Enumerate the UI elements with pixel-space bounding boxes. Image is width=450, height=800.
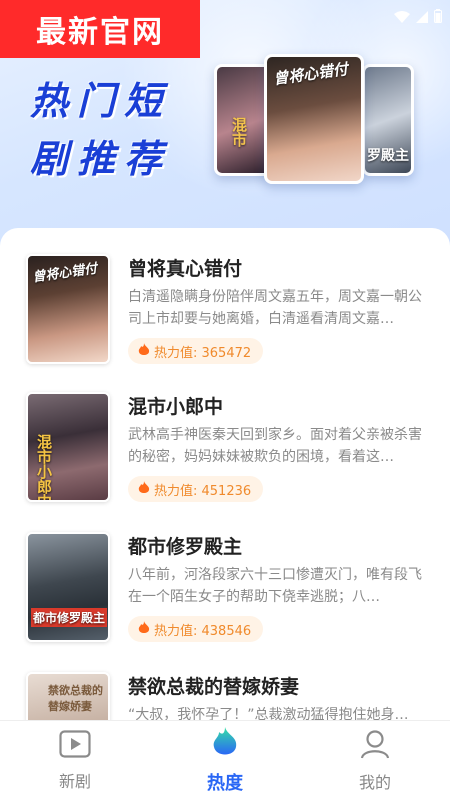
drama-title[interactable]: 混市小郎中 <box>128 392 223 419</box>
tab-label: 我的 <box>358 773 391 792</box>
list-item[interactable]: 曾将心错付 曾将真心错付 白清遥隐瞒身份陪伴周文嘉五年，周文嘉一朝公司上市却要与… <box>26 254 426 366</box>
flame-icon <box>138 620 150 639</box>
battery-icon <box>434 8 442 27</box>
list-item[interactable]: 禁欲总裁的替嫁娇妻 禁欲总裁的替嫁娇妻 “大叔，我怀孕了！”总裁激动猛得抱住她身… <box>26 672 426 720</box>
user-profile-icon <box>360 729 390 763</box>
drama-title[interactable]: 曾将真心错付 <box>128 254 242 281</box>
drama-title[interactable]: 都市修罗殿主 <box>128 532 242 559</box>
heat-value-badge: 热力值: 365472 <box>128 338 264 364</box>
drama-description: 八年前，河洛段家六十三口惨遭灭门，唯有段飞在一个陌生女子的帮助下侥幸逃脱；八… <box>128 567 422 605</box>
heat-value-badge: 热力值: 438546 <box>128 616 264 642</box>
drama-description: “大叔，我怀孕了！”总裁激动猛得抱住她身… <box>128 707 409 720</box>
wifi-icon <box>394 8 410 27</box>
drama-cover-image[interactable]: 都市修罗殿主 <box>26 532 110 642</box>
poster-title: 混市 <box>230 117 248 147</box>
flame-icon <box>138 480 150 499</box>
tab-mine[interactable]: 我的 <box>300 721 450 800</box>
drama-title[interactable]: 禁欲总裁的替嫁娇妻 <box>128 672 299 699</box>
signal-icon <box>416 8 428 27</box>
drama-cover-image[interactable]: 混市小郎中 <box>26 392 110 502</box>
banner-poster-right[interactable]: 罗殿主 <box>362 64 414 176</box>
flame-icon <box>212 727 238 763</box>
cover-title: 禁欲总裁的替嫁娇妻 <box>48 684 103 713</box>
drama-description: 白清遥隐瞒身份陪伴周文嘉五年，周文嘉一朝公司上市却要与她离婚，白清遥看清周文嘉… <box>128 289 422 327</box>
poster-title: 罗殿主 <box>367 148 409 164</box>
drama-list[interactable]: 曾将心错付 曾将真心错付 白清遥隐瞒身份陪伴周文嘉五年，周文嘉一朝公司上市却要与… <box>0 228 450 720</box>
cover-title: 混市小郎中 <box>35 434 53 502</box>
hero-title-line2: 剧推荐 <box>30 137 172 181</box>
heat-value-label: 热力值: 365472 <box>154 345 252 361</box>
flame-icon <box>138 342 150 361</box>
heat-value-badge: 热力值: 451236 <box>128 476 264 502</box>
drama-cover-image[interactable]: 曾将心错付 <box>26 254 110 364</box>
heat-value-label: 热力值: 438546 <box>154 623 252 639</box>
tab-new-drama[interactable]: 新剧 <box>0 721 150 800</box>
hero-title-line1: 热门短 <box>30 79 172 123</box>
heat-value-label: 热力值: 451236 <box>154 483 252 499</box>
banner-poster-center[interactable]: 曾将心错付 <box>264 54 364 184</box>
drama-cover-image[interactable]: 禁欲总裁的替嫁娇妻 <box>26 672 110 720</box>
official-site-badge[interactable]: 最新官网 <box>0 0 200 58</box>
status-bar <box>394 8 442 27</box>
header-banner: 最新官网 热门短 剧推荐 混市 罗殿主 曾将心错付 <box>0 0 450 260</box>
tab-label: 热度 <box>207 773 243 794</box>
tab-hot[interactable]: 热度 <box>150 721 300 800</box>
list-item[interactable]: 都市修罗殿主 都市修罗殿主 八年前，河洛段家六十三口惨遭灭门，唯有段飞在一个陌生… <box>26 532 426 644</box>
drama-description: 武林高手神医秦天回到家乡。面对着父亲被杀害的秘密，妈妈妹妹被欺负的困境，看着这… <box>128 427 422 465</box>
bottom-tab-bar: 新剧 热度 我的 <box>0 720 450 800</box>
play-video-icon <box>59 730 91 762</box>
poster-title: 曾将心错付 <box>272 59 349 89</box>
hero-title: 热门短 剧推荐 <box>30 72 171 188</box>
cover-title: 都市修罗殿主 <box>31 608 108 627</box>
tab-label: 新剧 <box>58 772 91 791</box>
list-item[interactable]: 混市小郎中 混市小郎中 武林高手神医秦天回到家乡。面对着父亲被杀害的秘密，妈妈妹… <box>26 392 426 504</box>
cover-title: 曾将心错付 <box>31 261 99 286</box>
